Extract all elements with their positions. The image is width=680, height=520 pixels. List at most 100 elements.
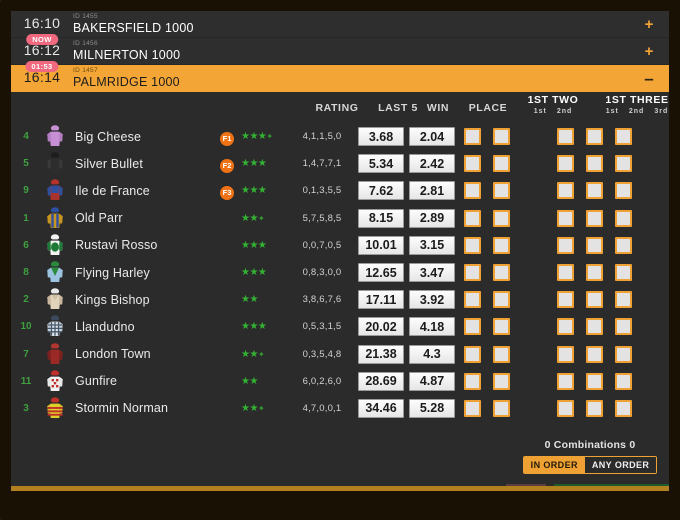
checkbox-first-three-pos3[interactable] (615, 291, 632, 309)
runner-row[interactable]: 7 London Town ★★✦ 0,3,5,4,8 21.38 4.3 (11, 341, 669, 368)
win-odds-button[interactable]: 8.15 (358, 208, 404, 228)
checkbox-first-three-pos2[interactable] (586, 182, 603, 200)
runner-row[interactable]: 10 Llandudno ★★★ 0,5,3,1,5 20.02 4.18 (11, 313, 669, 340)
any-order-option[interactable]: ANY ORDER (584, 457, 657, 473)
checkbox-first-three-pos3[interactable] (615, 155, 632, 173)
checkbox-first-two-pos1[interactable] (464, 236, 481, 254)
checkbox-first-three-pos1[interactable] (557, 372, 574, 390)
runner-row[interactable]: 9 Ile de France F3 ★★★ 0,1,3,5,5 7.62 2.81 (11, 177, 669, 204)
runner-row[interactable]: 8 Flying Harley ★★★ 0,8,3,0,0 12.65 3.47 (11, 259, 669, 286)
runner-name[interactable]: London Town (69, 347, 213, 361)
checkbox-first-three-pos1[interactable] (557, 209, 574, 227)
win-odds-button[interactable]: 7.62 (358, 181, 404, 201)
checkbox-first-three-pos1[interactable] (557, 264, 574, 282)
runner-row[interactable]: 1 Old Parr ★★✦ 5,7,5,8,5 8.15 2.89 (11, 205, 669, 232)
place-odds-button[interactable]: 3.47 (409, 263, 455, 283)
add-to-betslip-button[interactable]: ADD TO BETSLIP (554, 484, 669, 486)
checkbox-first-two-pos2[interactable] (493, 399, 510, 417)
place-odds-button[interactable]: 2.81 (409, 181, 455, 201)
checkbox-first-three-pos3[interactable] (615, 399, 632, 417)
place-odds-button[interactable]: 2.04 (409, 127, 455, 147)
checkbox-first-two-pos2[interactable] (493, 209, 510, 227)
place-odds-button[interactable]: 3.15 (409, 235, 455, 255)
checkbox-first-two-pos2[interactable] (493, 372, 510, 390)
runner-name[interactable]: Flying Harley (69, 266, 213, 280)
checkbox-first-three-pos1[interactable] (557, 318, 574, 336)
win-odds-button[interactable]: 10.01 (358, 235, 404, 255)
checkbox-first-two-pos1[interactable] (464, 399, 481, 417)
checkbox-first-three-pos1[interactable] (557, 236, 574, 254)
checkbox-first-two-pos2[interactable] (493, 128, 510, 146)
checkbox-first-two-pos2[interactable] (493, 155, 510, 173)
checkbox-first-two-pos1[interactable] (464, 264, 481, 282)
win-odds-button[interactable]: 12.65 (358, 263, 404, 283)
checkbox-first-three-pos3[interactable] (615, 372, 632, 390)
checkbox-first-three-pos2[interactable] (586, 345, 603, 363)
clear-button[interactable]: CLEAR (506, 484, 546, 486)
runner-name[interactable]: Stormin Norman (69, 401, 213, 415)
checkbox-first-two-pos1[interactable] (464, 182, 481, 200)
runner-name[interactable]: Big Cheese (69, 130, 213, 144)
place-odds-button[interactable]: 4.87 (409, 371, 455, 391)
checkbox-first-three-pos3[interactable] (615, 264, 632, 282)
checkbox-first-three-pos1[interactable] (557, 182, 574, 200)
checkbox-first-three-pos1[interactable] (557, 291, 574, 309)
in-order-option[interactable]: IN ORDER (523, 457, 585, 473)
checkbox-first-three-pos2[interactable] (586, 155, 603, 173)
runner-row[interactable]: 6 Rustavi Rosso ★★★ 0,0,7,0,5 10.01 3.15 (11, 232, 669, 259)
checkbox-first-three-pos2[interactable] (586, 399, 603, 417)
win-odds-button[interactable]: 20.02 (358, 317, 404, 337)
checkbox-first-three-pos2[interactable] (586, 264, 603, 282)
checkbox-first-three-pos3[interactable] (615, 345, 632, 363)
checkbox-first-three-pos2[interactable] (586, 128, 603, 146)
runner-row[interactable]: 5 Silver Bullet F2 ★★★ 1,4,7,7,1 5.34 2.42 (11, 150, 669, 177)
checkbox-first-three-pos3[interactable] (615, 318, 632, 336)
checkbox-first-two-pos2[interactable] (493, 345, 510, 363)
checkbox-first-three-pos2[interactable] (586, 318, 603, 336)
win-odds-button[interactable]: 5.34 (358, 154, 404, 174)
checkbox-first-two-pos1[interactable] (464, 318, 481, 336)
runner-name[interactable]: Old Parr (69, 211, 213, 225)
checkbox-first-three-pos3[interactable] (615, 236, 632, 254)
checkbox-first-three-pos1[interactable] (557, 128, 574, 146)
runner-name[interactable]: Kings Bishop (69, 293, 213, 307)
order-toggle[interactable]: IN ORDER ANY ORDER (522, 456, 658, 474)
checkbox-first-three-pos3[interactable] (615, 182, 632, 200)
race-collapse-icon[interactable]: – (629, 70, 669, 87)
race-row[interactable]: 16:10 ID 1455 BAKERSFIELD 1000 + (11, 11, 669, 38)
checkbox-first-two-pos1[interactable] (464, 128, 481, 146)
checkbox-first-three-pos1[interactable] (557, 399, 574, 417)
race-row[interactable]: NOW 16:12 ID 1456 MILNERTON 1000 + (11, 34, 669, 65)
runner-name[interactable]: Ile de France (69, 184, 213, 198)
runner-name[interactable]: Gunfire (69, 374, 213, 388)
win-odds-button[interactable]: 21.38 (358, 344, 404, 364)
checkbox-first-three-pos2[interactable] (586, 236, 603, 254)
win-odds-button[interactable]: 3.68 (358, 127, 404, 147)
checkbox-first-three-pos3[interactable] (615, 128, 632, 146)
runner-name[interactable]: Rustavi Rosso (69, 238, 213, 252)
place-odds-button[interactable]: 2.42 (409, 154, 455, 174)
runner-row[interactable]: 11 Gunfire ★★ 6,0,2,6,0 28.69 4.87 (11, 368, 669, 395)
race-expand-icon[interactable]: + (629, 44, 669, 59)
place-odds-button[interactable]: 5.28 (409, 398, 455, 418)
checkbox-first-three-pos2[interactable] (586, 372, 603, 390)
checkbox-first-two-pos2[interactable] (493, 318, 510, 336)
checkbox-first-two-pos2[interactable] (493, 182, 510, 200)
checkbox-first-two-pos1[interactable] (464, 155, 481, 173)
place-odds-button[interactable]: 2.89 (409, 208, 455, 228)
race-expand-icon[interactable]: + (629, 17, 669, 32)
runner-row[interactable]: 4 Big Cheese F1 ★★★✦ 4,1,1,5,0 3.68 2.04 (11, 123, 669, 150)
checkbox-first-three-pos1[interactable] (557, 155, 574, 173)
checkbox-first-three-pos2[interactable] (586, 209, 603, 227)
checkbox-first-two-pos1[interactable] (464, 291, 481, 309)
win-odds-button[interactable]: 28.69 (358, 371, 404, 391)
checkbox-first-two-pos1[interactable] (464, 372, 481, 390)
win-odds-button[interactable]: 34.46 (358, 398, 404, 418)
checkbox-first-three-pos1[interactable] (557, 345, 574, 363)
checkbox-first-three-pos2[interactable] (586, 291, 603, 309)
checkbox-first-three-pos3[interactable] (615, 209, 632, 227)
runner-row[interactable]: 2 Kings Bishop ★★ 3,8,6,7,6 17.11 3.92 (11, 286, 669, 313)
checkbox-first-two-pos1[interactable] (464, 209, 481, 227)
runner-name[interactable]: Llandudno (69, 320, 213, 334)
place-odds-button[interactable]: 3.92 (409, 290, 455, 310)
